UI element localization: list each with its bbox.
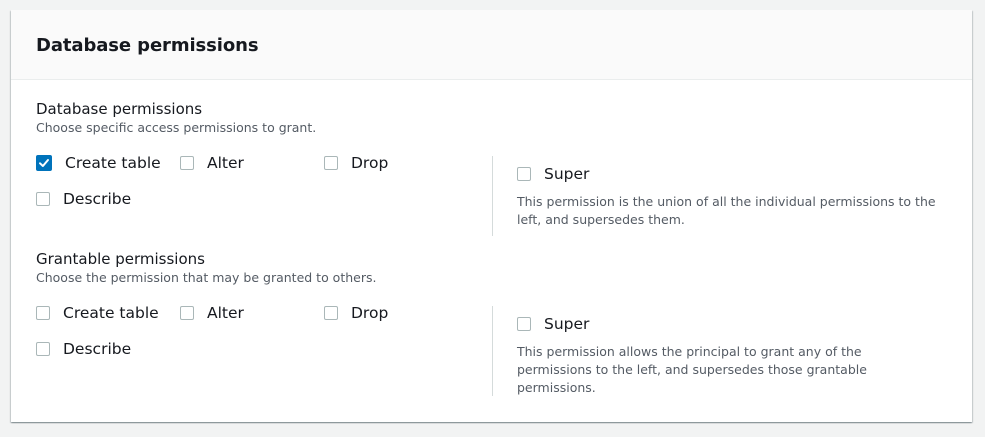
grant-perm-super-checkbox[interactable]: Super (517, 315, 589, 333)
checkbox-icon[interactable] (180, 156, 194, 170)
database-permissions-description: Choose specific access permissions to gr… (36, 120, 317, 135)
grant-perm-create-table-checkbox[interactable]: Create table (36, 304, 159, 322)
grantable-permissions-options: Create table Alter Drop Describe (36, 293, 486, 373)
checkbox-icon[interactable] (324, 156, 338, 170)
database-permissions-label: Database permissions (36, 100, 203, 118)
db-perm-create-table-label: Create table (65, 154, 161, 172)
grant-perm-alter-checkbox[interactable]: Alter (180, 304, 244, 322)
checkbox-icon[interactable] (517, 317, 531, 331)
divider (492, 156, 493, 236)
panel-header: Database permissions (11, 10, 972, 80)
checkbox-icon[interactable] (324, 306, 338, 320)
grant-perm-create-table-label: Create table (63, 304, 159, 322)
db-perm-describe-label: Describe (63, 190, 132, 208)
checkbox-icon[interactable] (36, 192, 50, 206)
db-perm-drop-label: Drop (351, 154, 389, 172)
db-perm-alter-label: Alter (207, 154, 244, 172)
panel-title: Database permissions (36, 34, 259, 56)
checkbox-checked-icon[interactable] (36, 155, 52, 171)
grant-perm-super-label: Super (544, 315, 590, 333)
database-permissions-options: Create table Alter Drop Describe (36, 143, 486, 223)
db-perm-super-label: Super (544, 165, 590, 183)
grant-perm-alter-label: Alter (207, 304, 244, 322)
divider (492, 306, 493, 396)
grantable-permissions-description: Choose the permission that may be grante… (36, 270, 377, 285)
db-perm-describe-checkbox[interactable]: Describe (36, 190, 131, 208)
checkbox-icon[interactable] (36, 306, 50, 320)
grant-perm-describe-label: Describe (63, 340, 132, 358)
db-perm-drop-checkbox[interactable]: Drop (324, 154, 388, 172)
grant-perm-drop-label: Drop (351, 304, 389, 322)
db-perm-super-checkbox[interactable]: Super (517, 165, 589, 183)
db-perm-alter-checkbox[interactable]: Alter (180, 154, 244, 172)
grantable-permissions-section: Grantable permissions Choose the permiss… (36, 249, 951, 396)
checkbox-icon[interactable] (36, 342, 50, 356)
db-perm-super-description: This permission is the union of all the … (517, 194, 936, 227)
grant-perm-drop-checkbox[interactable]: Drop (324, 304, 388, 322)
grant-perm-describe-checkbox[interactable]: Describe (36, 340, 131, 358)
grant-perm-super-description: This permission allows the principal to … (517, 344, 867, 395)
grantable-permissions-label: Grantable permissions (36, 250, 205, 268)
checkbox-icon[interactable] (517, 167, 531, 181)
checkbox-icon[interactable] (180, 306, 194, 320)
database-permissions-section: Database permissions Choose specific acc… (36, 99, 951, 236)
database-permissions-panel: Database permissions Database permission… (11, 10, 972, 422)
db-perm-create-table-checkbox[interactable]: Create table (36, 154, 161, 172)
